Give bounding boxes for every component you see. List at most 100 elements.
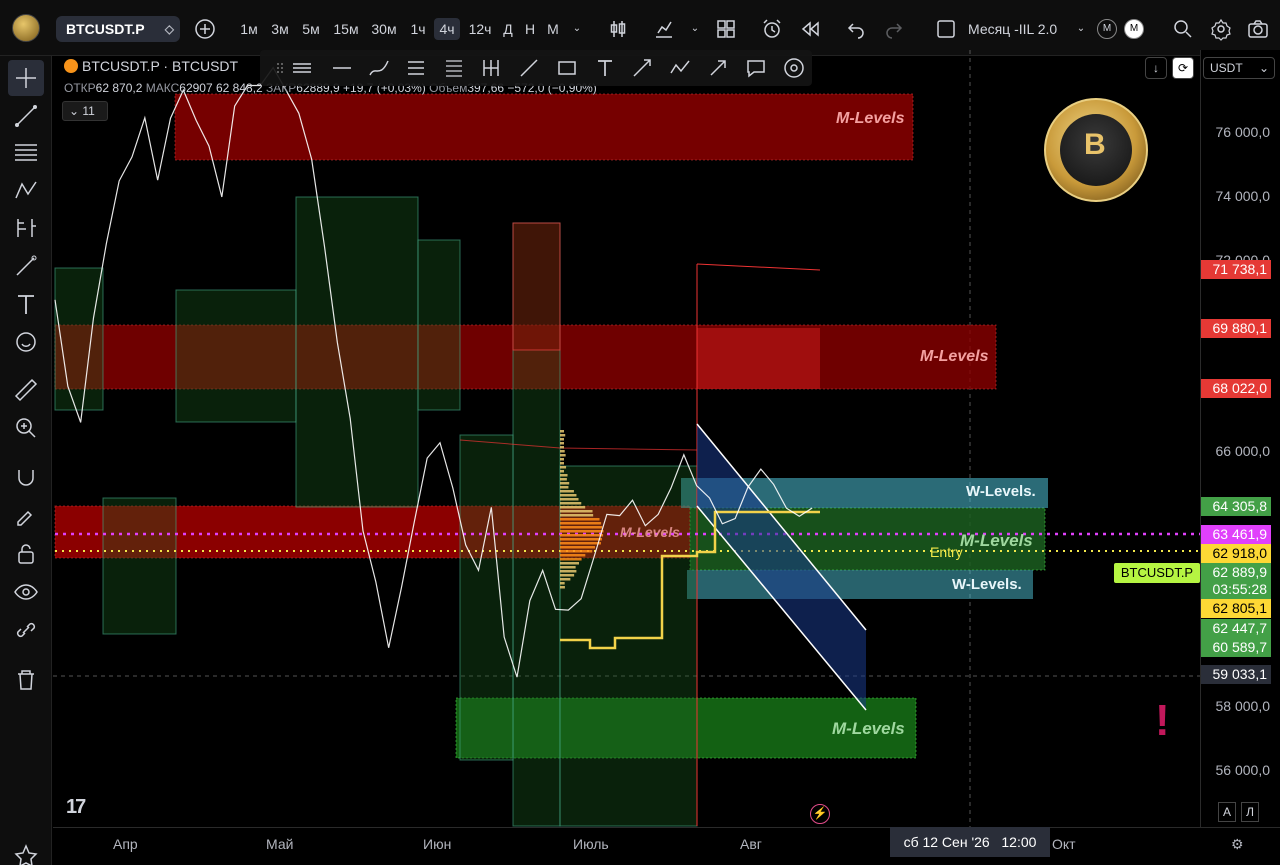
text-icon[interactable] (12, 290, 40, 318)
layout-grid-icon[interactable] (714, 17, 738, 41)
price-axis[interactable]: 76 000,074 000,072 000,066 000,058 000,0… (1200, 50, 1280, 827)
volume-profile-bar (560, 534, 603, 537)
fib-icon[interactable] (12, 214, 40, 242)
m-levels-label-bottom: M-Levels (832, 719, 905, 739)
volume-profile-bar (560, 518, 600, 521)
symbol-price-tag: BTCUSDT.P (1114, 563, 1200, 583)
emoji-icon[interactable] (12, 328, 40, 356)
timeframe-month[interactable]: М (544, 18, 562, 40)
range-box (418, 240, 460, 410)
legend-title: BTCUSDT.P · BTCUSDT (82, 58, 238, 74)
timeframe-day[interactable]: Д (500, 18, 516, 40)
log-scale-toggle[interactable]: Л (1241, 802, 1259, 822)
m-levels-label-top: M-Levels (836, 110, 904, 128)
channel-icon[interactable] (404, 56, 428, 80)
timeframe-5m[interactable]: 5м (298, 18, 324, 40)
wolf-street-bitcoin-logo: B (1044, 98, 1148, 202)
undo-icon[interactable] (844, 17, 868, 41)
rectangle-icon[interactable] (555, 56, 579, 80)
auto-scale-icon[interactable]: ⟳ (1172, 57, 1194, 79)
callout-icon[interactable] (744, 56, 768, 80)
time-label-jul: Июль (573, 836, 609, 852)
volume-profile-bar (560, 454, 566, 457)
timeframe-1h[interactable]: 1ч (406, 18, 430, 40)
link-icon[interactable] (12, 616, 40, 644)
alert-clock-icon[interactable] (760, 17, 784, 41)
volume-profile-bar (560, 558, 582, 561)
drag-handle-icon[interactable] (268, 56, 278, 80)
timeframe-4h[interactable]: 4ч (434, 18, 460, 40)
indicators-dropdown-icon[interactable]: ⌄ (688, 18, 702, 40)
w-levels-label-top: W-Levels. (966, 483, 1036, 500)
fib-retracement-icon[interactable] (442, 56, 466, 80)
redo-icon[interactable] (882, 17, 906, 41)
volume-profile-bar (560, 526, 602, 529)
text-tool-icon[interactable] (593, 56, 617, 80)
replay-icon[interactable] (798, 17, 822, 41)
arrow-icon[interactable] (706, 56, 730, 80)
symbol-legend[interactable]: BTCUSDT.P · BTCUSDT (64, 58, 238, 74)
range-box (176, 290, 296, 422)
volume-profile-bar (560, 566, 576, 569)
timeframe-12h[interactable]: 12ч (465, 18, 495, 40)
path-icon[interactable] (367, 56, 391, 80)
timeframe-dropdown-icon[interactable]: ⌄ (570, 18, 584, 40)
crosshair-icon[interactable] (8, 60, 44, 96)
ray-icon[interactable] (517, 56, 541, 80)
price-tag: 64 305,8 (1201, 497, 1271, 516)
timeframe-1m[interactable]: 1м (236, 18, 262, 40)
arrow-marker-icon[interactable] (630, 56, 654, 80)
range-box (296, 197, 418, 507)
horizontal-lines-icon[interactable] (12, 138, 40, 166)
volume-profile-bar (560, 570, 576, 573)
mode-m-button[interactable]: M (1097, 19, 1117, 39)
lightning-icon[interactable]: ⚡ (810, 804, 830, 824)
brush-icon[interactable] (12, 252, 40, 280)
tradingview-logo[interactable]: 17 (66, 796, 84, 819)
mode-m-active-button[interactable]: M (1124, 19, 1144, 39)
trend-line-icon[interactable] (12, 102, 40, 130)
candles-icon[interactable] (606, 17, 630, 41)
user-avatar[interactable] (12, 14, 40, 42)
scroll-down-icon[interactable]: ↓ (1145, 57, 1167, 79)
indicator-template-name[interactable]: Месяц -IIL 2.0 (968, 18, 1068, 40)
volume-profile-bar (560, 582, 565, 585)
timeframe-3m[interactable]: 3м (267, 18, 293, 40)
add-symbol-icon[interactable] (193, 17, 217, 41)
time-axis-settings-icon[interactable]: ⚙ (1231, 836, 1244, 853)
eye-icon[interactable] (12, 578, 40, 606)
timeframe-week[interactable]: Н (522, 18, 538, 40)
indicators-icon[interactable] (652, 17, 676, 41)
timeframe-15m[interactable]: 15м (330, 18, 362, 40)
more-tools-icon[interactable] (782, 56, 806, 80)
zigzag-icon[interactable] (668, 56, 692, 80)
settings-gear-icon[interactable] (1209, 17, 1233, 41)
horizontal-ray-icon[interactable] (290, 56, 314, 80)
quick-search-icon[interactable] (1171, 17, 1195, 41)
volume-profile-bar (560, 550, 592, 553)
magnet-icon[interactable] (12, 464, 40, 492)
camera-icon[interactable] (1246, 17, 1270, 41)
trash-icon[interactable] (12, 666, 40, 694)
draw-lock-icon[interactable] (12, 502, 40, 530)
volume-profile-bar (560, 446, 564, 449)
checkbox-icon[interactable] (934, 17, 958, 41)
indicator-count-toggle[interactable]: ⌄ 11 (62, 101, 108, 121)
line-icon[interactable] (330, 56, 354, 80)
time-axis[interactable]: Апр Май Июн Июль Авг Окт ⚙ (53, 827, 1280, 857)
lock-icon[interactable] (12, 540, 40, 568)
timeframe-30m[interactable]: 30м (368, 18, 400, 40)
template-dropdown-icon[interactable]: ⌄ (1074, 18, 1088, 40)
zoom-icon[interactable] (12, 414, 40, 442)
pattern-icon[interactable] (12, 176, 40, 204)
currency-select[interactable]: USDT ⌄ (1203, 57, 1275, 79)
volume-profile-bar (560, 542, 601, 545)
symbol-search-button[interactable]: BTCUSDT.P ◇ (56, 16, 180, 42)
volume-profile-bar (560, 578, 570, 581)
chart-canvas[interactable] (53, 50, 1200, 827)
pitchfork-icon[interactable] (479, 56, 503, 80)
auto-scale-toggle[interactable]: A (1218, 802, 1236, 822)
star-icon[interactable] (12, 842, 40, 865)
ruler-icon[interactable] (12, 376, 40, 404)
volume-profile-bar (560, 478, 567, 481)
